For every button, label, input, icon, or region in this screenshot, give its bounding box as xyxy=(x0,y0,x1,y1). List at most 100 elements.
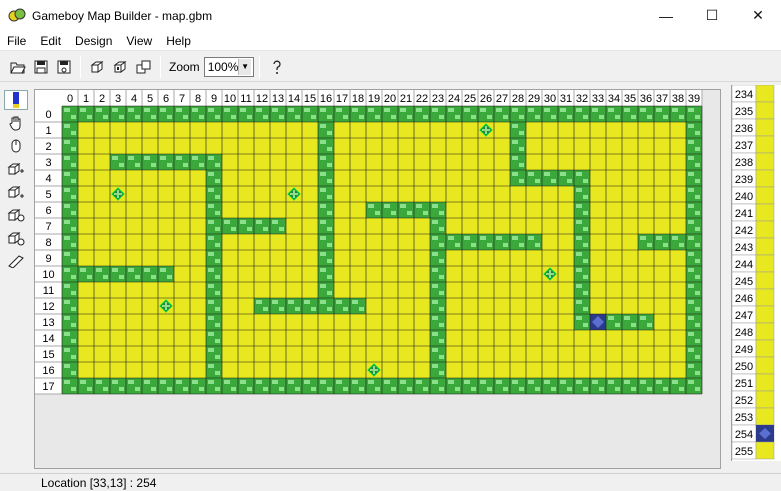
wall-tile-brick xyxy=(528,236,534,240)
wall-tile-brick xyxy=(455,243,460,247)
palette-index-label: 252 xyxy=(735,395,753,407)
wall-tile-brick xyxy=(288,380,294,384)
tile-flip-icon[interactable] xyxy=(133,56,155,78)
wall-tile-brick xyxy=(71,243,76,247)
wall-tile-brick xyxy=(544,108,550,112)
wall-tile-brick xyxy=(320,220,326,224)
wall-tile-brick xyxy=(695,355,700,359)
save-icon[interactable] xyxy=(30,56,52,78)
wall-tile-brick xyxy=(640,316,646,320)
menu-edit[interactable]: Edit xyxy=(33,34,68,48)
wall-tile-brick xyxy=(695,147,700,151)
help-icon[interactable] xyxy=(266,56,288,78)
menu-file[interactable]: File xyxy=(0,34,33,48)
wall-tile-brick xyxy=(519,179,524,183)
column-label: 9 xyxy=(211,93,217,105)
open-icon[interactable] xyxy=(7,56,29,78)
wall-tile-brick xyxy=(304,300,310,304)
tile-palette[interactable]: 234 235 236 237 238 239 240 241 242 243 244 245 246 2… xyxy=(731,85,781,461)
wall-tile-brick xyxy=(432,220,438,224)
toolbar-separator xyxy=(258,55,260,78)
wall-tile-brick xyxy=(519,163,524,167)
delete-column-icon[interactable] xyxy=(4,228,28,248)
map-grid[interactable]: 0 1 2 3 4 5 6 7 8 9 10 11 12 13 14 15 16 17 18 19 20 21 22 23 24… xyxy=(35,90,720,468)
column-label: 16 xyxy=(320,93,332,105)
wall-tile-brick xyxy=(224,220,230,224)
palette-index-label: 254 xyxy=(735,429,753,441)
wall-tile-brick xyxy=(71,211,76,215)
property-icon[interactable] xyxy=(4,251,28,271)
wall-tile-brick xyxy=(215,371,220,375)
wall-tile-brick xyxy=(160,108,166,112)
wall-tile-brick xyxy=(695,371,700,375)
wall-tile-brick xyxy=(576,188,582,192)
wall-tile-brick xyxy=(359,115,364,119)
wall-tile-brick xyxy=(176,156,182,160)
zoom-select[interactable]: 100% ▼ xyxy=(203,56,254,77)
add-column-icon[interactable] xyxy=(4,182,28,202)
wall-tile-brick xyxy=(215,211,220,215)
tile-list[interactable]: 234 235 236 237 238 239 240 241 242 243 244 245 246 2… xyxy=(732,85,781,461)
wall-tile-brick xyxy=(528,380,534,384)
palette-tile xyxy=(755,390,775,409)
wall-tile-brick xyxy=(695,275,700,279)
column-label: 15 xyxy=(304,93,316,105)
menu-view[interactable]: View xyxy=(119,34,159,48)
wall-tile-brick xyxy=(199,163,204,167)
tile-copy-icon[interactable] xyxy=(87,56,109,78)
column-label: 1 xyxy=(83,93,89,105)
palette-index-label: 239 xyxy=(735,174,753,186)
palette-tile xyxy=(755,85,775,103)
column-label: 10 xyxy=(224,93,236,105)
wall-tile-brick xyxy=(551,115,556,119)
palette-tile xyxy=(755,169,775,188)
column-label: 36 xyxy=(640,93,652,105)
palette-tile xyxy=(755,220,775,239)
hand-icon[interactable] xyxy=(4,113,28,133)
maximize-button[interactable]: ☐ xyxy=(689,0,735,31)
wall-tile-brick xyxy=(192,380,198,384)
column-label: 19 xyxy=(368,93,380,105)
wall-tile-brick xyxy=(583,195,588,199)
wall-tile-brick xyxy=(631,323,636,327)
menu-design[interactable]: Design xyxy=(68,34,119,48)
pencil-icon[interactable] xyxy=(4,90,28,110)
map-canvas[interactable]: 0 1 2 3 4 5 6 7 8 9 10 11 12 13 14 15 16 17 18 19 20 21 22 23 24… xyxy=(34,89,721,469)
wall-tile-brick xyxy=(423,387,428,391)
wall-tile-brick xyxy=(528,172,534,176)
wall-tile-brick xyxy=(87,115,92,119)
wall-tile-brick xyxy=(96,268,102,272)
palette-index-label: 255 xyxy=(735,446,753,458)
add-row-icon[interactable] xyxy=(4,159,28,179)
chevron-down-icon[interactable]: ▼ xyxy=(238,58,251,75)
wall-tile-brick xyxy=(208,156,214,160)
column-label: 2 xyxy=(99,93,105,105)
delete-row-icon[interactable] xyxy=(4,205,28,225)
column-label: 6 xyxy=(163,93,169,105)
wall-tile-brick xyxy=(64,348,70,352)
wall-tile-brick xyxy=(279,115,284,119)
wall-tile-brick xyxy=(400,108,406,112)
palette-tile xyxy=(755,288,775,307)
tool-palette xyxy=(4,90,30,274)
wall-tile-brick xyxy=(295,387,300,391)
wall-tile-brick xyxy=(487,243,492,247)
wall-tile-brick xyxy=(672,380,678,384)
wall-tile-brick xyxy=(464,380,470,384)
wall-tile-brick xyxy=(263,115,268,119)
row-label: 17 xyxy=(42,381,54,393)
wall-tile-brick xyxy=(615,387,620,391)
close-button[interactable]: ✕ xyxy=(735,0,781,31)
mouse-icon[interactable] xyxy=(4,136,28,156)
menu-help[interactable]: Help xyxy=(159,34,198,48)
save-as-icon[interactable] xyxy=(53,56,75,78)
wall-tile-brick xyxy=(327,275,332,279)
wall-tile-brick xyxy=(176,380,182,384)
minimize-button[interactable]: — xyxy=(643,0,689,31)
wall-tile-brick xyxy=(656,108,662,112)
palette-index-label: 250 xyxy=(735,361,753,373)
tile-paste-icon[interactable] xyxy=(110,56,132,78)
wall-tile-brick xyxy=(512,236,518,240)
wall-tile-brick xyxy=(599,115,604,119)
wall-tile-brick xyxy=(160,268,166,272)
